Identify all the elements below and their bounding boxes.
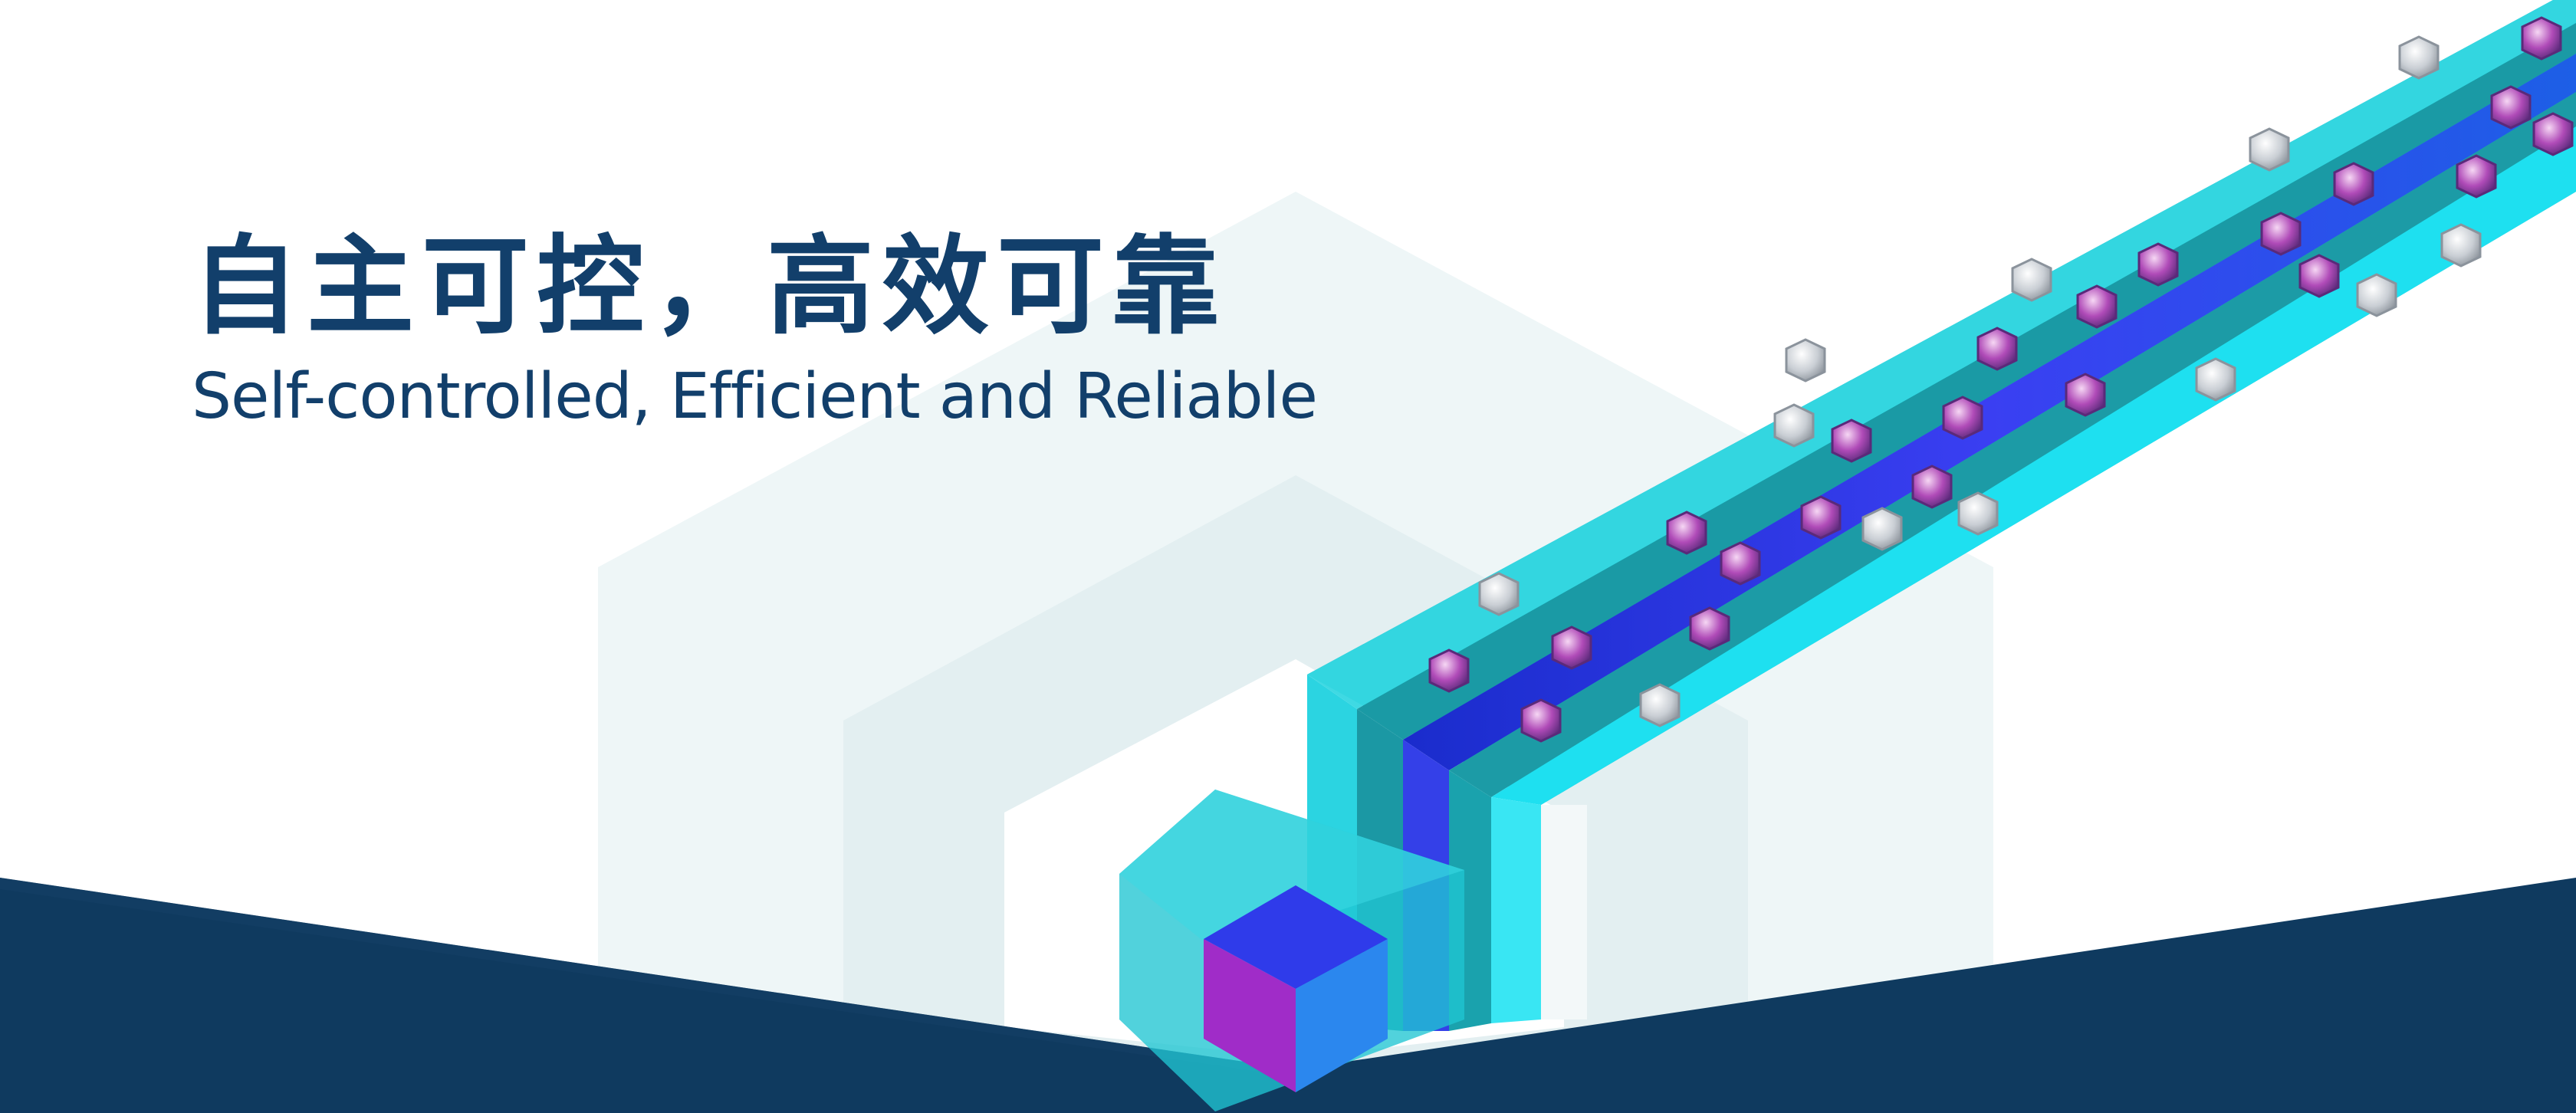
hero-illustration [0, 0, 2576, 1113]
hero-banner: 自主可控，高效可靠 Self-controlled, Efficient and… [0, 0, 2576, 1113]
headline-english: Self-controlled, Efficient and Reliable [192, 360, 1318, 433]
banner-title-block: 自主可控，高效可靠 Self-controlled, Efficient and… [192, 222, 1495, 435]
headline-chinese: 自主可控，高效可靠 [192, 225, 1227, 350]
